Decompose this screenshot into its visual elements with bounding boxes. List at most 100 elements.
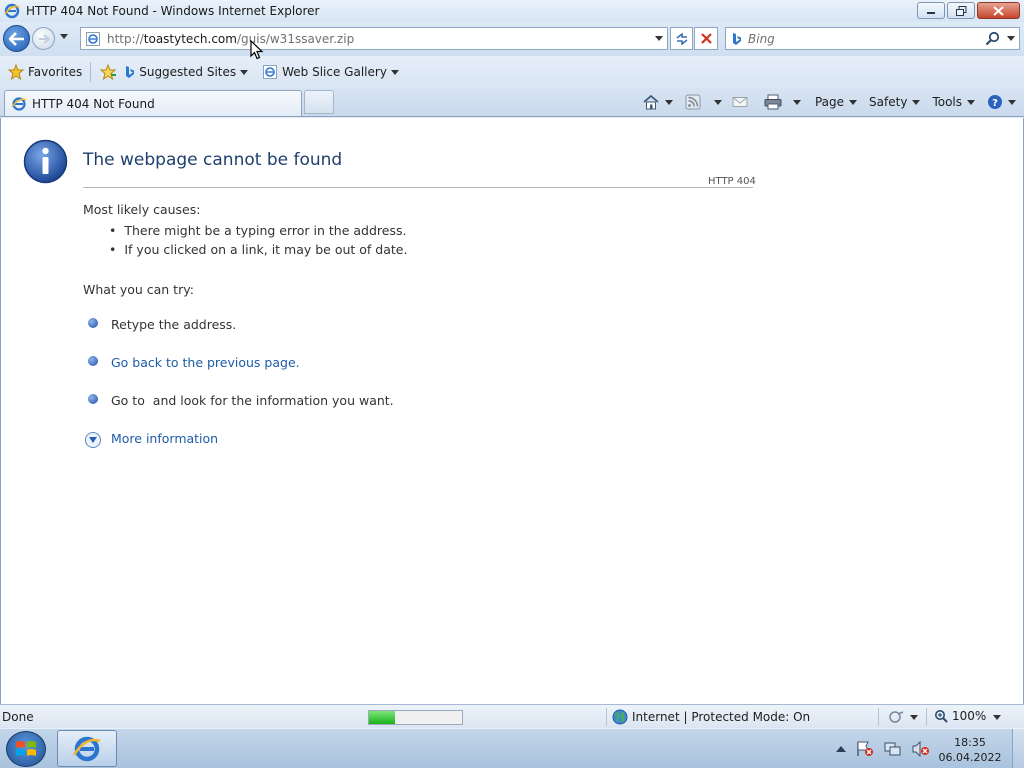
cause-item: If you clicked on a link, it may be out … (109, 242, 407, 257)
feeds-button[interactable] (685, 94, 722, 110)
protected-mode-icon[interactable] (888, 710, 904, 724)
close-window-button[interactable] (977, 2, 1020, 19)
page-ie-icon (263, 65, 278, 79)
url-prefix: http:// (107, 31, 144, 46)
security-zone[interactable]: Internet | Protected Mode: On (612, 709, 810, 725)
http-status-code: HTTP 404 (708, 176, 756, 187)
page-menu[interactable]: Page (814, 95, 858, 109)
search-icon[interactable] (985, 31, 1001, 47)
show-hidden-icons-icon[interactable] (836, 745, 846, 753)
tab-bar: HTTP 404 Not Found Page Safety Tools ? (0, 88, 1024, 117)
page-ie-icon (11, 96, 27, 111)
zoom-dropdown[interactable] (993, 715, 1001, 720)
system-tray (836, 729, 930, 768)
windows-logo-icon (16, 741, 36, 756)
read-mail-button[interactable] (732, 95, 748, 109)
tools-menu[interactable]: Tools (932, 95, 975, 109)
web-slice-gallery-button[interactable]: Web Slice Gallery (258, 60, 403, 84)
taskbar-internet-explorer[interactable] (57, 730, 117, 767)
protected-mode-dropdown[interactable] (910, 715, 918, 720)
bing-logo-icon (126, 66, 135, 78)
try-heading: What you can try: (83, 282, 194, 297)
bullet-icon (88, 356, 98, 366)
chevron-down-icon (967, 99, 975, 105)
taskbar-clock[interactable]: 18:35 06.04.2022 (936, 735, 1004, 765)
action-center-warning-icon[interactable] (856, 741, 874, 757)
more-information-link[interactable]: More information (111, 431, 218, 446)
svg-text:?: ? (992, 98, 998, 109)
tab-http-404[interactable]: HTTP 404 Not Found (4, 90, 302, 116)
add-to-favorites-bar-button[interactable] (95, 60, 121, 84)
title-divider (83, 187, 753, 188)
search-box[interactable]: Bing (725, 27, 1020, 50)
recent-pages-dropdown[interactable] (60, 34, 68, 39)
suggested-sites-button[interactable]: Suggested Sites (121, 60, 252, 84)
web-slice-gallery-label: Web Slice Gallery (282, 65, 387, 79)
status-text: Done (2, 710, 34, 724)
safety-menu-label: Safety (869, 95, 908, 109)
status-bar: Done Internet | Protected Mode: On 100% (0, 704, 1024, 728)
bullet-icon (88, 394, 98, 404)
title-bar: HTTP 404 Not Found - Windows Internet Ex… (0, 0, 1024, 22)
globe-icon (612, 709, 628, 725)
info-icon (23, 139, 68, 184)
progress-fill (369, 711, 396, 724)
page-content: The webpage cannot be found HTTP 404 Mos… (0, 118, 1024, 704)
zoom-magnifier-icon (935, 710, 948, 723)
restore-button[interactable] (947, 2, 975, 19)
chevron-down-icon (912, 99, 921, 105)
go-back-link[interactable]: Go back to the previous page. (111, 355, 300, 370)
zoom-level-button[interactable]: 100% (934, 709, 986, 723)
favorites-button[interactable]: Favorites (4, 60, 86, 84)
search-options-dropdown[interactable] (1007, 36, 1015, 41)
expand-more-info-icon[interactable] (85, 432, 101, 448)
show-desktop-button[interactable] (1012, 729, 1024, 768)
back-arrow-icon (8, 31, 24, 46)
tools-menu-label: Tools (932, 95, 962, 109)
network-icon[interactable] (884, 741, 902, 757)
rss-feed-icon (685, 94, 701, 110)
chevron-down-icon (849, 99, 858, 105)
bullet-icon (88, 318, 98, 328)
suggested-sites-label: Suggested Sites (139, 65, 237, 79)
chevron-down-icon (240, 69, 249, 75)
home-button[interactable] (642, 94, 673, 110)
cause-item: There might be a typing error in the add… (109, 223, 406, 238)
close-icon (993, 5, 1004, 16)
help-button[interactable]: ? (987, 94, 1016, 110)
tab-label: HTTP 404 Not Found (32, 96, 155, 111)
taskbar: 18:35 06.04.2022 (0, 728, 1024, 768)
search-placeholder: Bing (748, 31, 775, 46)
address-dropdown[interactable] (655, 36, 663, 41)
progress-bar (368, 710, 463, 725)
start-button[interactable] (6, 731, 46, 767)
print-button[interactable] (764, 94, 801, 110)
favorites-label: Favorites (28, 65, 83, 79)
chevron-down-icon (664, 99, 673, 105)
status-separator (606, 708, 607, 726)
back-button[interactable] (3, 25, 30, 52)
navigation-bar: http://toastytech.com/guis/w31ssaver.zip… (0, 22, 1024, 56)
chevron-down-icon (792, 99, 801, 105)
printer-icon (764, 94, 782, 110)
volume-muted-icon[interactable] (912, 741, 930, 757)
minimize-button[interactable] (917, 2, 945, 19)
bing-logo-icon (733, 32, 741, 45)
address-bar[interactable]: http://toastytech.com/guis/w31ssaver.zip (80, 27, 668, 50)
chevron-down-icon (390, 69, 399, 75)
url-domain: toastytech.com (143, 31, 237, 46)
security-zone-label: Internet | Protected Mode: On (632, 710, 811, 724)
forward-button[interactable] (32, 27, 55, 50)
new-tab-button[interactable] (304, 90, 334, 114)
safety-menu[interactable]: Safety (869, 95, 921, 109)
page-menu-label: Page (814, 95, 845, 109)
status-separator (878, 708, 879, 726)
chevron-down-icon (1008, 99, 1016, 105)
compatibility-icon (676, 32, 687, 45)
stop-button[interactable] (694, 27, 718, 50)
compatibility-view-button[interactable] (670, 27, 693, 50)
try-item-go-to: Go to and look for the information you w… (111, 393, 394, 408)
status-separator (926, 708, 927, 726)
favorites-separator (90, 62, 92, 82)
favorites-star-icon (8, 64, 24, 80)
